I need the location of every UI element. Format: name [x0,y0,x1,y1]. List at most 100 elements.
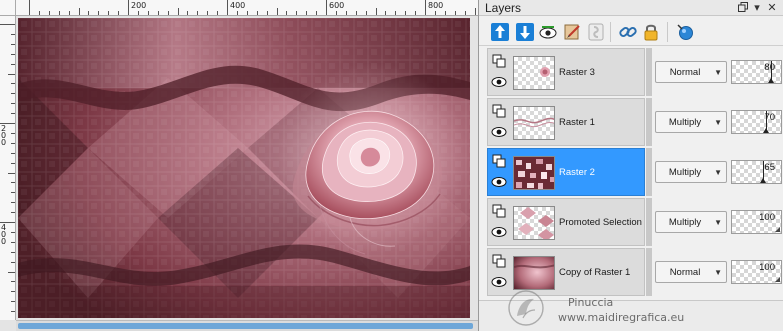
dropdown-arrow-icon: ▼ [714,168,722,177]
layer-name: Raster 1 [559,117,595,128]
opacity-marker[interactable] [763,111,769,133]
ruler-tick [11,103,15,105]
vertical-ruler: 200 400 [0,16,16,320]
image-canvas-area[interactable]: 200 400 600 800 200 400 [0,0,478,331]
link-icon[interactable] [617,21,639,43]
blend-mode-dropdown[interactable]: Normal ▼ [655,261,727,283]
ruler-tick [207,11,209,15]
opacity-corner-marker [775,277,780,282]
row-divider [646,198,652,246]
image-canvas[interactable] [18,18,470,318]
ruler-tick [355,11,357,15]
ruler-tick [316,11,318,15]
ruler-tick [11,152,15,154]
visibility-eye-icon[interactable] [491,76,507,88]
ruler-label: 400 [1,223,7,246]
toolbar-separator [667,22,668,42]
opacity-slider[interactable]: 80 [731,60,782,84]
blend-mode-dropdown[interactable]: Multiply ▼ [655,111,727,133]
ruler-tick [11,142,15,144]
layer-name-cell[interactable]: Raster 1 [487,98,645,146]
layer-visibility-icon[interactable] [537,21,559,43]
layers-toolbar [479,16,783,46]
ruler-tick [137,11,139,15]
raster-layer-icon [492,104,506,118]
dropdown-arrow-icon: ▼ [714,218,722,227]
blend-mode-dropdown[interactable]: Multiply ▼ [655,161,727,183]
ruler-tick [11,261,15,263]
visibility-eye-icon[interactable] [491,176,507,188]
layer-name: Copy of Raster 1 [559,267,631,278]
ruler-tick [276,8,278,15]
visibility-eye-icon[interactable] [491,126,507,138]
palette-titlebar[interactable]: Layers ▾ ✕ [479,0,783,16]
ruler-tick [8,271,15,273]
layer-row-raster-2[interactable]: Raster 2 Multiply ▼ 65 [487,148,783,197]
ruler-tick [11,83,15,85]
layer-thumbnail [513,156,555,190]
opacity-value: 100 [759,262,775,273]
layer-name-cell[interactable]: Promoted Selection [487,198,645,246]
ruler-tick [11,212,15,214]
chevron-down-icon[interactable]: ▾ [750,1,764,14]
ruler-tick [11,63,15,65]
blend-mode-dropdown[interactable]: Normal ▼ [655,61,727,83]
ruler-tick [48,11,50,15]
ruler-tick [11,231,15,233]
lock-icon[interactable] [640,21,662,43]
ruler-tick [157,11,159,15]
raster-layer-icon [492,204,506,218]
layer-row-raster-3[interactable]: Raster 3 Normal ▼ 80 [487,48,783,97]
close-icon[interactable]: ✕ [765,1,779,14]
opacity-marker[interactable] [760,161,766,183]
ruler-tick [11,132,15,134]
opacity-marker[interactable] [768,61,774,83]
layer-name: Raster 2 [559,167,595,178]
ruler-tick [197,11,199,15]
layer-style-icon[interactable] [674,21,696,43]
ruler-tick [365,11,367,15]
ruler-tick [58,11,60,15]
dropdown-arrow-icon: ▼ [714,268,722,277]
ruler-label: 200 [131,1,147,10]
new-raster-layer-icon[interactable] [489,21,511,43]
new-vector-layer-icon[interactable] [514,21,536,43]
blend-mode-value: Normal [669,67,701,78]
opacity-slider[interactable]: 70 [731,110,782,134]
ruler-tick [8,172,15,174]
ruler-label: 600 [329,1,345,10]
blend-mode-value: Multiply [668,117,702,128]
layer-row-promoted-selection[interactable]: Promoted Selection Multiply ▼ 100 [487,198,783,247]
ruler-tick [11,182,15,184]
ruler-tick [11,43,15,45]
link-layers-icon[interactable] [562,21,584,43]
opacity-field[interactable]: 100 [731,210,782,234]
opacity-field[interactable]: 100 [731,260,782,284]
blend-mode-value: Multiply [668,167,702,178]
ruler-tick [395,11,397,15]
ruler-tick [227,0,228,15]
dock-icon[interactable] [736,1,750,16]
layer-name-cell[interactable]: Raster 3 [487,48,645,96]
ruler-tick [11,202,15,204]
ruler-tick [29,0,30,15]
horizontal-scrollbar[interactable] [16,320,478,331]
ruler-tick [11,53,15,55]
layer-row-raster-1[interactable]: Raster 1 Multiply ▼ 70 [487,98,783,147]
layer-name-cell[interactable]: Raster 2 [487,148,645,196]
layer-name: Raster 3 [559,67,595,78]
layer-thumbnail [513,106,555,140]
visibility-eye-icon[interactable] [491,226,507,238]
blend-mode-dropdown[interactable]: Multiply ▼ [655,211,727,233]
ruler-label: 800 [428,1,444,10]
ruler-tick [11,311,15,313]
opacity-slider[interactable]: 65 [731,160,782,184]
layer-thumbnail [513,256,555,290]
ruler-tick [68,11,70,15]
toolbar-separator [610,22,611,42]
ruler-tick [11,241,15,243]
ruler-tick [118,11,120,15]
mask-icon[interactable] [585,21,607,43]
ruler-tick [286,11,288,15]
scrollbar-thumb[interactable] [18,323,473,329]
